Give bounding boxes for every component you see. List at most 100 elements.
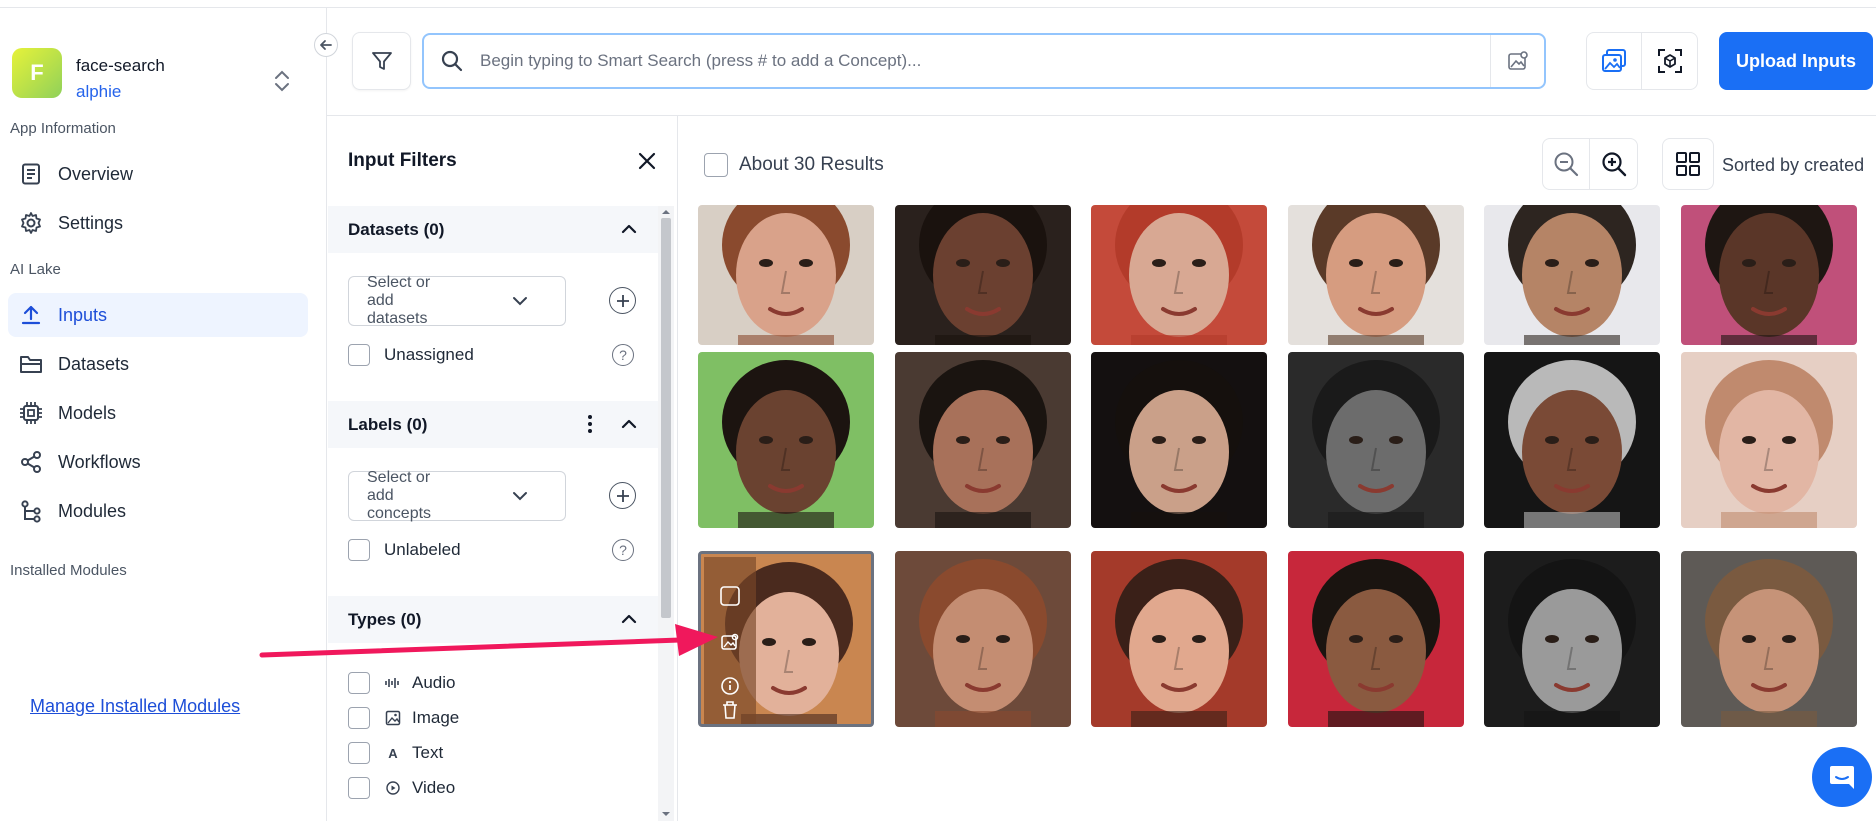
section-label-installed-modules: Installed Modules bbox=[10, 562, 127, 579]
image-search-button[interactable] bbox=[1490, 35, 1544, 87]
close-icon bbox=[638, 152, 656, 170]
datasets-section-title: Datasets (0) bbox=[348, 220, 445, 239]
chevron-down-icon bbox=[475, 296, 565, 306]
type-label: Image bbox=[412, 708, 460, 727]
face-tile-14[interactable] bbox=[895, 551, 1071, 727]
sort-dropdown[interactable]: Sorted by created bbox=[1722, 155, 1864, 176]
type-filter-image[interactable]: Image bbox=[348, 706, 459, 730]
unlabeled-checkbox[interactable] bbox=[348, 539, 370, 561]
face-tile-16[interactable] bbox=[1288, 551, 1464, 727]
trash-icon[interactable] bbox=[719, 699, 741, 721]
chevron-up-icon[interactable] bbox=[618, 218, 640, 240]
face-tile-7[interactable] bbox=[698, 352, 874, 528]
face-tile-3[interactable] bbox=[1091, 205, 1267, 345]
manage-installed-modules-link[interactable]: Manage Installed Modules bbox=[30, 696, 240, 717]
app-user-link[interactable]: alphie bbox=[76, 82, 121, 102]
collapse-sidebar-button[interactable] bbox=[314, 33, 338, 57]
add-concept-button[interactable] bbox=[609, 482, 636, 509]
filters-scrollbar[interactable] bbox=[658, 206, 674, 821]
face-tile-12[interactable] bbox=[1681, 352, 1857, 528]
sidebar-item-modules[interactable]: Modules bbox=[8, 489, 308, 533]
sidebar-item-label: Workflows bbox=[58, 451, 141, 472]
share-nodes-icon bbox=[14, 450, 48, 474]
video-checkbox[interactable] bbox=[348, 777, 370, 799]
image-search-icon[interactable] bbox=[719, 631, 741, 653]
filter-toggle-button[interactable] bbox=[352, 32, 411, 90]
sidebar-item-inputs[interactable]: Inputs bbox=[8, 293, 308, 337]
face-tile-11[interactable] bbox=[1484, 352, 1660, 528]
unlabeled-filter[interactable]: Unlabeled bbox=[348, 538, 461, 562]
chevron-up-icon[interactable] bbox=[618, 608, 640, 630]
tile-select-checkbox[interactable] bbox=[719, 585, 741, 607]
sidebar-item-overview[interactable]: Overview bbox=[8, 152, 308, 196]
face-tile-9[interactable] bbox=[1091, 352, 1267, 528]
scroll-up-icon[interactable] bbox=[661, 208, 671, 216]
face-tile-17[interactable] bbox=[1484, 551, 1660, 727]
upload-inputs-button[interactable]: Upload Inputs bbox=[1719, 32, 1873, 90]
upload-icon bbox=[14, 304, 48, 326]
chat-icon bbox=[1830, 766, 1854, 789]
image-search-icon bbox=[1507, 51, 1528, 70]
face-tile-5[interactable] bbox=[1484, 205, 1660, 345]
image-checkbox[interactable] bbox=[348, 707, 370, 729]
zoom-controls bbox=[1542, 138, 1638, 190]
plus-icon bbox=[616, 489, 629, 502]
scroll-down-icon[interactable] bbox=[661, 810, 671, 818]
face-tile-18[interactable] bbox=[1681, 551, 1857, 727]
type-filter-audio[interactable]: Audio bbox=[348, 671, 455, 695]
sidebar-item-workflows[interactable]: Workflows bbox=[8, 440, 308, 484]
smart-search-input[interactable] bbox=[480, 51, 1490, 71]
search-icon bbox=[424, 49, 480, 73]
help-icon[interactable]: ? bbox=[612, 344, 634, 366]
audio-checkbox[interactable] bbox=[348, 672, 370, 694]
chat-support-button[interactable] bbox=[1812, 747, 1872, 807]
funnel-icon bbox=[371, 52, 392, 70]
concepts-select[interactable]: Select or add concepts bbox=[348, 469, 566, 522]
gallery-view-button[interactable] bbox=[1587, 33, 1643, 89]
close-filters-button[interactable] bbox=[634, 148, 660, 174]
face-tile-8[interactable] bbox=[895, 352, 1071, 528]
unassigned-filter[interactable]: Unassigned bbox=[348, 343, 474, 367]
app-switch-chevrons-icon[interactable] bbox=[272, 68, 292, 94]
types-section-header[interactable]: Types (0) bbox=[328, 596, 658, 643]
face-tile-2[interactable] bbox=[895, 205, 1071, 345]
type-filter-video[interactable]: Video bbox=[348, 776, 455, 800]
type-filter-text[interactable]: A Text bbox=[348, 741, 443, 765]
image-icon bbox=[384, 710, 402, 726]
concepts-select-placeholder: Select or add concepts bbox=[367, 469, 432, 522]
face-tile-4[interactable] bbox=[1288, 205, 1464, 345]
face-tile-10[interactable] bbox=[1288, 352, 1464, 528]
chevron-up-icon[interactable] bbox=[618, 413, 640, 435]
face-image bbox=[1115, 205, 1243, 345]
face-tile-13[interactable] bbox=[698, 551, 874, 727]
object-detect-button[interactable] bbox=[1642, 33, 1697, 89]
face-image bbox=[919, 559, 1047, 727]
face-tile-6[interactable] bbox=[1681, 205, 1857, 345]
datasets-select[interactable]: Select or add datasets bbox=[348, 274, 566, 327]
select-all-checkbox[interactable] bbox=[704, 153, 728, 177]
sidebar-item-models[interactable]: Models bbox=[8, 391, 308, 435]
sidebar-item-datasets[interactable]: Datasets bbox=[8, 342, 308, 386]
kebab-menu-icon[interactable] bbox=[586, 413, 594, 435]
tile-action-overlay bbox=[704, 557, 756, 724]
face-image bbox=[1508, 559, 1636, 727]
results-toolbar: About 30 Results Sorted by created bbox=[680, 116, 1876, 206]
scrollbar-thumb[interactable] bbox=[661, 218, 671, 618]
face-image bbox=[1508, 360, 1636, 528]
zoom-out-button[interactable] bbox=[1543, 139, 1591, 189]
help-icon[interactable]: ? bbox=[612, 539, 634, 561]
face-tile-15[interactable] bbox=[1091, 551, 1267, 727]
folder-icon bbox=[14, 353, 48, 375]
unassigned-checkbox[interactable] bbox=[348, 344, 370, 366]
info-icon[interactable] bbox=[719, 675, 741, 697]
zoom-in-icon bbox=[1601, 152, 1626, 177]
zoom-in-button[interactable] bbox=[1590, 139, 1637, 189]
sidebar-item-settings[interactable]: Settings bbox=[8, 201, 308, 245]
grid-view-button[interactable] bbox=[1662, 138, 1714, 190]
add-dataset-button[interactable] bbox=[609, 287, 636, 314]
plus-icon bbox=[616, 294, 629, 307]
text-checkbox[interactable] bbox=[348, 742, 370, 764]
labels-section-header[interactable]: Labels (0) bbox=[328, 401, 658, 448]
face-tile-1[interactable] bbox=[698, 205, 874, 345]
datasets-section-header[interactable]: Datasets (0) bbox=[328, 206, 658, 253]
